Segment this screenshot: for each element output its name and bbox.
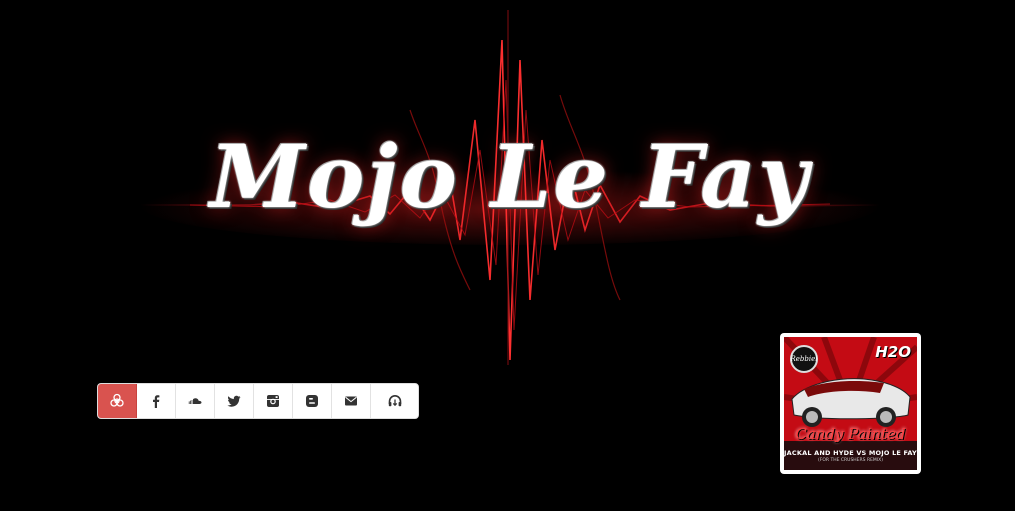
blogger-icon	[306, 395, 318, 407]
envelope-icon	[345, 396, 357, 406]
album-artists: JACKAL AND HYDE VS MOJO LE FAY	[784, 449, 917, 457]
album-cover-link[interactable]: Rebbiel H2O Candy Painted JACKAL AND HYD…	[780, 333, 921, 474]
album-brand-left: Rebbiel	[790, 345, 818, 373]
download-button[interactable]	[371, 384, 418, 418]
album-cover: Rebbiel H2O Candy Painted JACKAL AND HYD…	[784, 337, 917, 470]
facebook-button[interactable]	[137, 384, 176, 418]
email-button[interactable]	[332, 384, 371, 418]
social-toolbar	[97, 383, 419, 419]
facebook-icon	[153, 395, 160, 408]
album-subtitle: (FOR THE CRUSHERS REMIX)	[818, 458, 883, 463]
page: Mojo Le Fay Rebbiel H2O Candy Painted JA…	[0, 0, 1015, 511]
biohazard-button[interactable]	[98, 384, 137, 418]
instagram-button[interactable]	[254, 384, 293, 418]
soundcloud-icon	[188, 398, 202, 404]
headphones-download-icon	[388, 394, 401, 407]
album-title: Candy Painted	[795, 425, 906, 443]
logo: Mojo Le Fay	[130, 0, 890, 370]
logo-text: Mojo Le Fay	[209, 127, 811, 228]
biohazard-icon	[110, 393, 124, 407]
twitter-icon	[227, 395, 241, 407]
twitter-button[interactable]	[215, 384, 254, 418]
blogger-button[interactable]	[293, 384, 332, 418]
soundcloud-button[interactable]	[176, 384, 215, 418]
album-brand-right: H2O	[875, 343, 911, 361]
instagram-icon	[267, 395, 279, 407]
